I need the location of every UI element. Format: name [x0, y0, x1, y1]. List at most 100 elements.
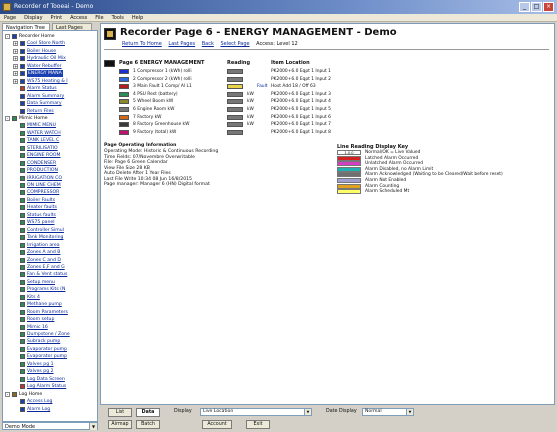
- tree-item[interactable]: Valves pg 1: [3, 361, 97, 368]
- tree-item[interactable]: Zones C and D: [3, 257, 97, 264]
- chevron-down-icon[interactable]: ▼: [406, 409, 413, 415]
- table-row[interactable]: 1 Compressor 1 (kWh) rolli PK2000+6.0 Eqp…: [119, 68, 369, 75]
- menu-tools[interactable]: Tools: [108, 14, 128, 21]
- table-row[interactable]: 9 Factory (total) kW PK2000+6.0 Eqpt 1 In…: [119, 129, 369, 136]
- tree-item[interactable]: - Mimic Home: [3, 115, 97, 122]
- tree-item[interactable]: Zones A and B: [3, 249, 97, 256]
- tree-item[interactable]: Methane pump: [3, 301, 97, 308]
- tree-item[interactable]: Alarm Status: [3, 85, 97, 92]
- expand-icon[interactable]: +: [13, 78, 18, 84]
- tree-item[interactable]: WS75 panel: [3, 219, 97, 226]
- tree-item[interactable]: Log Alarm Status: [3, 383, 97, 390]
- chevron-down-icon[interactable]: ▼: [89, 423, 97, 430]
- tree-item[interactable]: PRODUCTION: [3, 167, 97, 174]
- display-select[interactable]: Live Location ▼: [200, 408, 312, 416]
- table-row[interactable]: 6 Engine Room kW kW PK2000+6.0 Eqpt 1 Inpu…: [119, 106, 369, 113]
- table-row[interactable]: 5 Wheel Boom kW kW PK2000+6.0 Eqpt 1 Input…: [119, 98, 369, 105]
- expand-icon[interactable]: +: [13, 48, 18, 54]
- tree-item[interactable]: Setup menu: [3, 279, 97, 286]
- tree-item[interactable]: + Water Rebuffer: [3, 63, 97, 70]
- key-swatch: [337, 161, 361, 167]
- tree-item[interactable]: CONDENSER: [3, 160, 97, 167]
- tree-item[interactable]: + WS75 Heating & I: [3, 78, 97, 85]
- tree-item[interactable]: Log Data Screen: [3, 376, 97, 383]
- tree-item[interactable]: COMPRESSOR: [3, 189, 97, 196]
- exit-button[interactable]: Exit: [246, 420, 270, 429]
- mode-select[interactable]: Demo Mode ▼: [2, 422, 98, 430]
- tree-item[interactable]: - Log Home: [3, 391, 97, 398]
- data-button[interactable]: Data: [136, 408, 160, 417]
- collapse-icon[interactable]: -: [5, 115, 10, 121]
- tree-item[interactable]: Controller Simul: [3, 227, 97, 234]
- tree-item[interactable]: Boiler Faults: [3, 197, 97, 204]
- menu-print[interactable]: Print: [47, 14, 67, 21]
- tree-item[interactable]: Zones E,F and G: [3, 264, 97, 271]
- tree-item[interactable]: Data Summary: [3, 100, 97, 107]
- close-button[interactable]: ×: [543, 2, 554, 12]
- tree-item[interactable]: Fan & Vent status: [3, 271, 97, 278]
- tree-item[interactable]: ON LINE CHEM: [3, 182, 97, 189]
- tree-item[interactable]: Subrack pump: [3, 338, 97, 345]
- tree-item[interactable]: STERILISATIO: [3, 145, 97, 152]
- list-button[interactable]: List: [108, 408, 132, 417]
- menu-access[interactable]: Access: [66, 14, 91, 21]
- minimize-button[interactable]: _: [519, 2, 530, 12]
- tree-item[interactable]: IRRIGATION CO: [3, 175, 97, 182]
- back-link[interactable]: Back: [202, 41, 214, 47]
- row-reading: [227, 84, 243, 90]
- last-pages-link[interactable]: Last Pages: [168, 41, 195, 47]
- page-icon: [20, 108, 25, 114]
- tree-item[interactable]: Mimic 16: [3, 324, 97, 331]
- tree-item[interactable]: Access Log: [3, 398, 97, 405]
- expand-icon[interactable]: +: [13, 71, 18, 77]
- tree-item[interactable]: TANK LEVEL C: [3, 137, 97, 144]
- tree-item[interactable]: WATER WATCH: [3, 130, 97, 137]
- chevron-down-icon[interactable]: ▼: [304, 409, 311, 415]
- tree-item[interactable]: Evaporator pump: [3, 346, 97, 353]
- table-row[interactable]: 2 Compressor 2 (kWh) rolli PK2000+6.0 Eqp…: [119, 76, 369, 83]
- tree-item[interactable]: Kits 4: [3, 294, 97, 301]
- tree-item[interactable]: Heater faults: [3, 204, 97, 211]
- tree-item[interactable]: Irrigation area: [3, 242, 97, 249]
- tree-item[interactable]: + Cool Store North: [3, 40, 97, 47]
- row-location: PK2000+6.0 Eqpt 1 Input 6: [271, 114, 331, 120]
- collapse-icon[interactable]: -: [5, 391, 10, 397]
- airmap-button[interactable]: Airmap: [108, 420, 132, 429]
- row-reading: [227, 69, 243, 74]
- table-row[interactable]: 8 Factory Greenhouse kW kW PK2000+6.0 Eqpt…: [119, 121, 369, 128]
- tree-item[interactable]: Room Parameters: [3, 309, 97, 316]
- tree-item[interactable]: ENGINE ROOM: [3, 152, 97, 159]
- maximize-button[interactable]: □: [531, 2, 542, 12]
- tree-item[interactable]: - Recorder Home: [3, 33, 97, 40]
- expand-icon[interactable]: +: [13, 56, 18, 62]
- menu-file[interactable]: File: [91, 14, 107, 21]
- return-home-link[interactable]: Return To Home: [122, 41, 162, 47]
- tree-item[interactable]: Return Files: [3, 108, 97, 115]
- menu-display[interactable]: Display: [20, 14, 46, 21]
- tree-item[interactable]: Alarm Log: [3, 406, 97, 413]
- tree-item[interactable]: + Hydraulic Oil Mix: [3, 55, 97, 62]
- tree-item[interactable]: + Boiler House: [3, 48, 97, 55]
- date-display-select[interactable]: Normal ▼: [362, 408, 414, 416]
- expand-icon[interactable]: +: [13, 41, 18, 47]
- menu-page[interactable]: Page: [0, 14, 20, 21]
- tree-item[interactable]: Programs Kits (N: [3, 286, 97, 293]
- menu-help[interactable]: Help: [128, 14, 147, 21]
- account-button[interactable]: Account: [202, 420, 232, 429]
- tree-item[interactable]: Valves pg 2: [3, 368, 97, 375]
- batch-button[interactable]: Batch: [136, 420, 160, 429]
- tree-item[interactable]: Tank Monitoring: [3, 234, 97, 241]
- tree-item[interactable]: Dumpstone / Zone: [3, 331, 97, 338]
- table-row[interactable]: 3 Main Fault 1 Comp/ Al L1 Fault Host Add …: [119, 83, 369, 90]
- table-row[interactable]: 7 Factory kW kW PK2000+6.0 Eqpt 1 Input 6: [119, 114, 369, 121]
- expand-icon[interactable]: +: [13, 63, 18, 69]
- tree-item[interactable]: Alarm Summary: [3, 93, 97, 100]
- tree-item[interactable]: Room setup: [3, 316, 97, 323]
- tree-item[interactable]: Status faults: [3, 212, 97, 219]
- table-row[interactable]: 4 PSU Rest (battery) kW PK2000+6.0 Eqpt 1 …: [119, 91, 369, 98]
- select-page-link[interactable]: Select Page: [220, 41, 249, 47]
- collapse-icon[interactable]: -: [5, 34, 10, 39]
- tree-item[interactable]: MIMIC MENU: [3, 122, 97, 129]
- tree-item[interactable]: + ENERGY MANA: [3, 70, 97, 78]
- tree-item[interactable]: Evaporator pump: [3, 353, 97, 360]
